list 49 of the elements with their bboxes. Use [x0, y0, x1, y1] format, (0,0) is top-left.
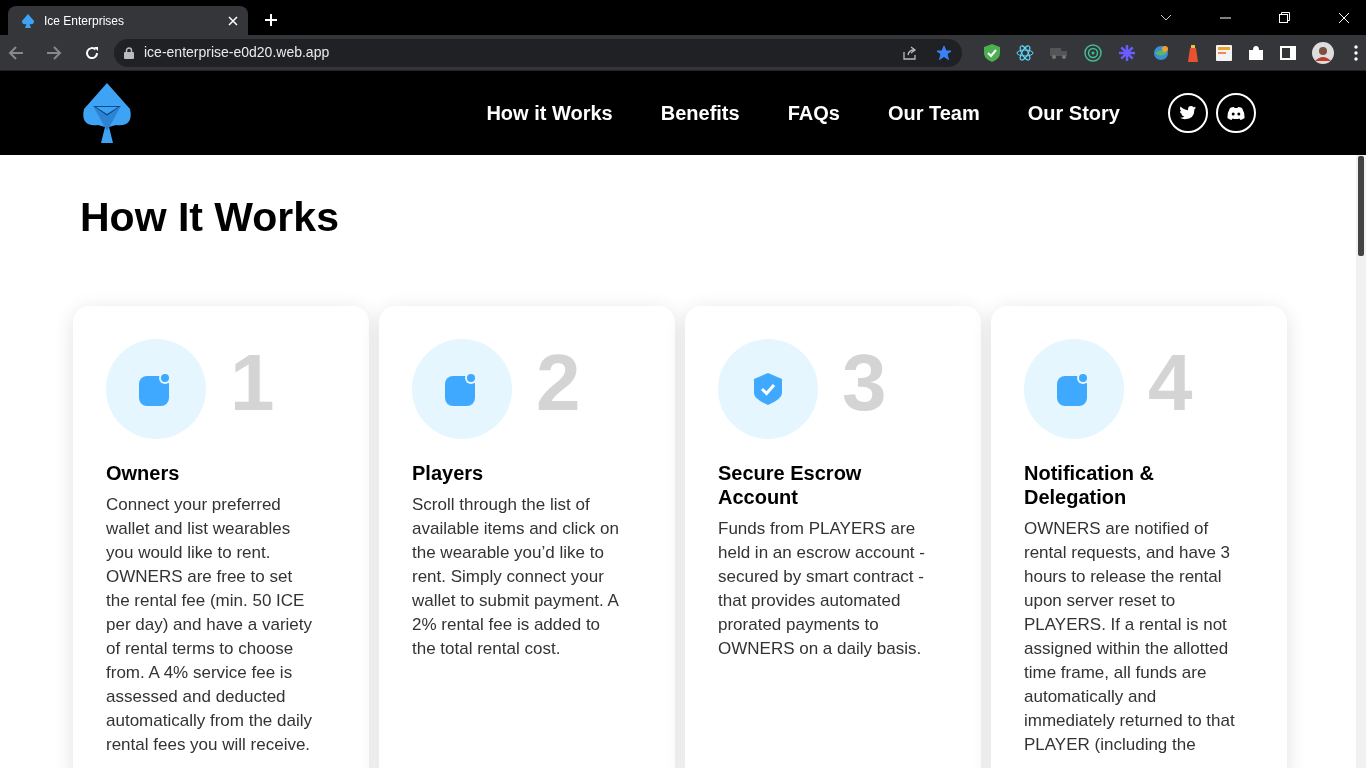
truck-icon[interactable]: [1050, 46, 1068, 59]
address-bar[interactable]: ice-enterprise-e0d20.web.app: [114, 38, 962, 67]
close-icon[interactable]: [1338, 11, 1350, 24]
section-heading: How It Works: [80, 193, 340, 242]
atom-icon[interactable]: [1016, 43, 1034, 62]
shield-check-icon: [754, 373, 782, 406]
step-description: Funds from PLAYERS are held in an escrow account - secured by smart contract - that provides automated prorated payments to OWNERS on a daily basis.: [718, 518, 926, 661]
close-icon[interactable]: [228, 15, 238, 26]
nav-link[interactable]: FAQs: [787, 98, 840, 128]
nav-link[interactable]: Our Team: [887, 98, 980, 128]
minimize-icon[interactable]: [1220, 16, 1231, 19]
browser-tab[interactable]: Ice Enterprises: [8, 6, 248, 35]
sunburst-icon[interactable]: [1118, 43, 1136, 62]
tab-title: Ice Enterprises: [44, 12, 126, 30]
lighthouse-icon[interactable]: [1186, 43, 1200, 62]
globe-icon[interactable]: [1152, 43, 1170, 62]
scrollbar[interactable]: [1356, 155, 1366, 768]
shield-icon[interactable]: [984, 43, 1000, 62]
logo[interactable]: [80, 83, 134, 143]
step-title: Owners: [106, 461, 181, 486]
lock-icon: [124, 46, 134, 59]
star-icon[interactable]: [936, 44, 952, 61]
step-title: Secure Escrow Account: [718, 461, 863, 510]
step-description: Connect your preferred wallet and list wearables you would like to rent. OWNERS are free to set the rental fee (min. 50 ICE per day) and have a variety of rental terms to choose from. A 4% service fee is assessed and deducted automatically from the daily rental fees you will receive.: [106, 494, 313, 757]
step-description: Scroll through the list of available items and click on the wearable you’d like to rent. Simply connect your wallet to submit payment. A 2% rental fee is added to the total rental cost.: [412, 494, 620, 661]
step-description: OWNERS are notified of rental requests, and have 3 hours to release the rental upon server reset to PLAYERS. If a rental is not assigned within the allotted time frame, all funds are automatically and immediately returned to that PLAYER (including the: [1024, 518, 1236, 757]
restore-icon[interactable]: [1279, 12, 1290, 23]
game-controller-icon: [1227, 106, 1245, 120]
bird-icon: [1180, 106, 1196, 120]
share-icon[interactable]: [902, 44, 918, 61]
forward-icon[interactable]: [46, 44, 62, 61]
back-icon[interactable]: [8, 44, 24, 61]
url-text: ice-enterprise-e0d20.web.app: [144, 43, 331, 62]
menu-icon[interactable]: [1354, 44, 1358, 61]
chevron-down-icon[interactable]: [1160, 14, 1172, 21]
step-title: Notification & Delegation: [1024, 461, 1155, 510]
step-title: Players: [412, 461, 485, 486]
reload-icon[interactable]: [84, 44, 100, 61]
target-icon[interactable]: [1084, 43, 1102, 62]
side-panel-icon[interactable]: [1280, 45, 1296, 60]
new-tab-icon[interactable]: [264, 13, 278, 27]
note-icon[interactable]: [1216, 44, 1232, 61]
twitter-button[interactable]: [1168, 93, 1208, 133]
nav-link[interactable]: How it Works: [486, 98, 613, 128]
nav-link[interactable]: Our Story: [1027, 98, 1120, 128]
nav-link[interactable]: Benefits: [660, 98, 740, 128]
spade-icon: [20, 12, 36, 29]
discord-button[interactable]: [1216, 93, 1256, 133]
avatar-icon[interactable]: [1312, 41, 1334, 64]
